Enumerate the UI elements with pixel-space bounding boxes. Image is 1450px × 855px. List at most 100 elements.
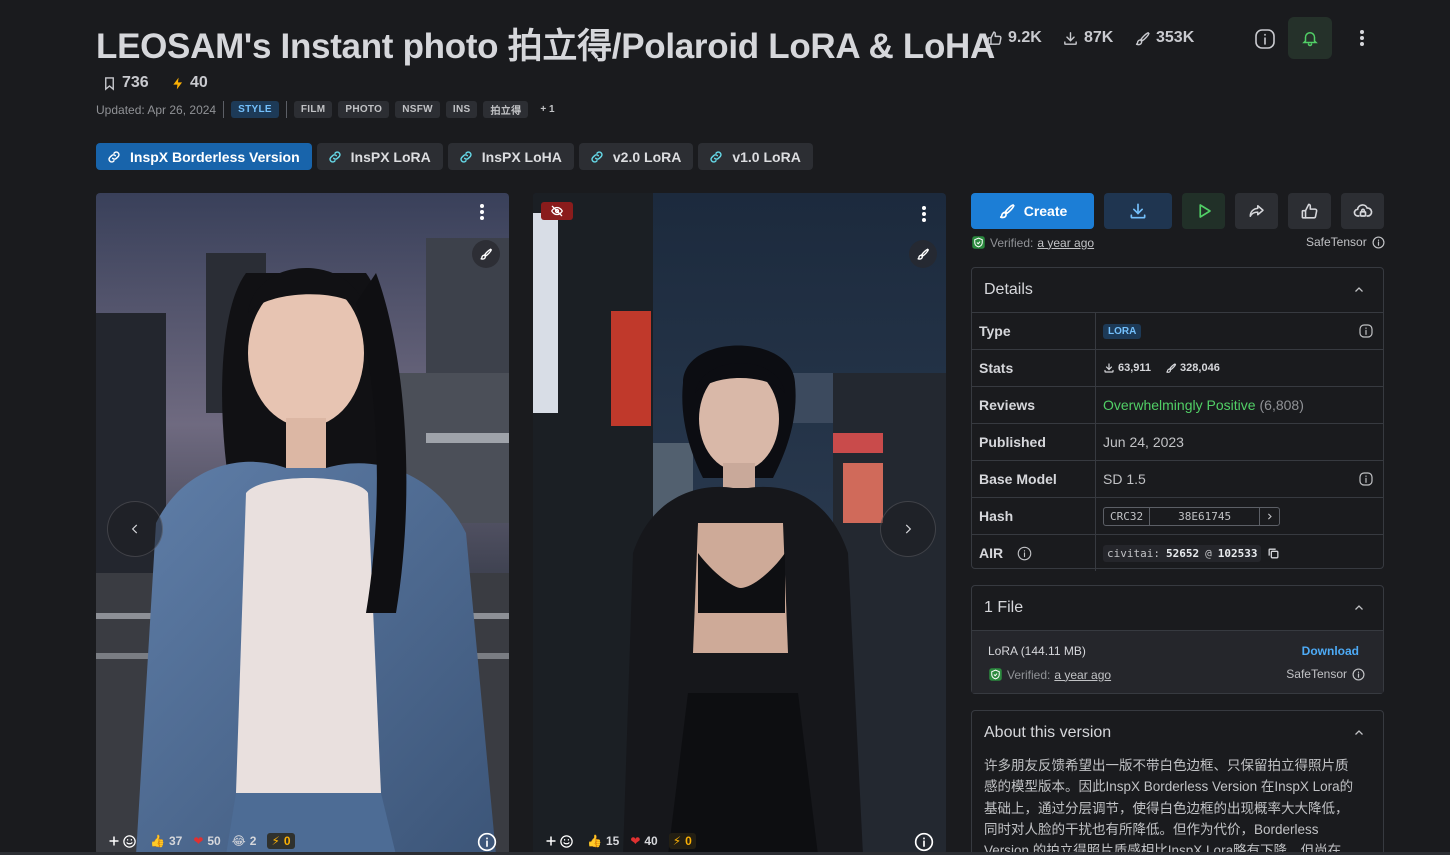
about-header[interactable]: About this version (972, 711, 1383, 755)
image-menu-button[interactable] (921, 204, 927, 224)
add-reaction-button[interactable] (108, 834, 137, 849)
laugh-emoji-icon: 😂 (231, 834, 246, 848)
file-name: LoRA (144.11 MB) (988, 644, 1086, 658)
reaction-buzz[interactable]: ⚡ 0 (267, 833, 295, 849)
brush-icon (1134, 30, 1151, 47)
reaction-heart[interactable]: ❤ 40 (630, 834, 657, 848)
hash-box[interactable]: CRC32 38E61745 (1103, 506, 1281, 526)
bolt-icon (171, 75, 185, 92)
reviews-rating[interactable]: Overwhelmingly Positive (1103, 397, 1256, 413)
more-menu-button[interactable] (1345, 17, 1379, 59)
reaction-heart[interactable]: ❤ 50 (193, 834, 220, 848)
details-header[interactable]: Details (972, 268, 1383, 312)
file-verified-time[interactable]: a year ago (1054, 668, 1111, 682)
info-icon[interactable] (1358, 471, 1374, 487)
brush-icon (998, 202, 1016, 220)
more-tags-button[interactable]: + 1 (534, 104, 560, 115)
detail-row-stats: Stats 63,911 328,046 (972, 349, 1383, 386)
stats-label: Stats (972, 350, 1096, 386)
info-icon (914, 832, 934, 852)
file-download-link[interactable]: Download (1302, 644, 1359, 658)
stats-generations: 328,046 (1165, 362, 1220, 374)
info-icon[interactable] (1017, 546, 1032, 561)
like-button[interactable] (1288, 193, 1331, 229)
detail-row-reviews: Reviews Overwhelmingly Positive (6,808) (972, 386, 1383, 423)
tag-ins[interactable]: INS (445, 101, 478, 118)
notify-button[interactable] (1288, 17, 1332, 59)
thumbs-up-icon (986, 30, 1003, 47)
image-info-button[interactable] (914, 832, 934, 852)
smile-icon (122, 834, 137, 849)
verified-time[interactable]: a year ago (1037, 236, 1094, 250)
reaction-laugh[interactable]: 😂 2 (232, 834, 257, 848)
version-tab-inspx-lora[interactable]: InsPX LoRA (316, 143, 443, 170)
version-tab-v2-lora[interactable]: v2.0 LoRA (578, 143, 694, 170)
cloud-save-button[interactable] (1341, 193, 1384, 229)
tag-polaroid[interactable]: 拍立得 (483, 101, 529, 118)
buzz-stat: 40 (171, 74, 208, 92)
download-button[interactable] (1104, 193, 1172, 229)
bolt-icon: ⚡ (672, 834, 682, 848)
type-label: Type (972, 313, 1096, 349)
run-button[interactable] (1182, 193, 1225, 229)
add-reaction-button[interactable] (545, 834, 574, 849)
gallery-image-1[interactable]: 👍 37 ❤ 50 😂 2 ⚡ 0 (96, 193, 509, 855)
gallery-image-2[interactable]: 👍 15 ❤ 40 ⚡ 0 (533, 193, 946, 855)
tag-film[interactable]: FILM (293, 101, 333, 118)
downloads-stat: 87K (1062, 29, 1113, 47)
brush-icon (1165, 362, 1177, 374)
reaction-buzz[interactable]: ⚡ 0 (668, 833, 696, 849)
remix-button[interactable] (472, 240, 500, 268)
copy-icon[interactable] (1267, 547, 1280, 560)
base-model-label: Base Model (972, 461, 1096, 497)
prev-image-button[interactable] (107, 501, 163, 557)
about-panel: About this version 许多朋友反馈希望出一版不带白色边框、只保留… (971, 710, 1384, 855)
info-button[interactable] (1250, 25, 1280, 52)
brush-icon (916, 247, 930, 261)
details-title: Details (984, 281, 1033, 298)
version-tab-label: InsPX LoRA (350, 148, 431, 165)
hash-value: 38E61745 (1178, 509, 1232, 523)
info-icon[interactable] (1358, 323, 1374, 339)
share-button[interactable] (1235, 193, 1278, 229)
generations-count: 353K (1156, 29, 1195, 46)
reaction-heart-count: 50 (207, 834, 221, 848)
thumbs-up-icon (1300, 202, 1319, 221)
info-icon (1253, 27, 1277, 51)
air-code[interactable]: civitai: 52652 @ 102533 (1103, 544, 1262, 562)
remix-button[interactable] (909, 240, 937, 268)
model-title: LEOSAM's Instant photo 拍立得/Polaroid LoRA… (96, 27, 995, 66)
version-tab-inspx-loha[interactable]: InsPX LoHA (447, 143, 574, 170)
detail-row-published: Published Jun 24, 2023 (972, 423, 1383, 460)
info-icon[interactable] (1372, 235, 1385, 249)
next-image-button[interactable] (880, 501, 936, 557)
image-info-button[interactable] (477, 832, 497, 852)
base-model-value: SD 1.5 (1103, 471, 1146, 487)
reaction-laugh-count: 2 (249, 834, 257, 848)
link-icon (589, 149, 605, 165)
air-model: 52652 (1165, 546, 1200, 560)
create-button[interactable]: Create (971, 193, 1094, 229)
reaction-like[interactable]: 👍 37 (150, 834, 182, 848)
image-menu-button[interactable] (479, 202, 485, 222)
bolt-icon: ⚡ (271, 834, 280, 848)
tag-style[interactable]: STYLE (231, 101, 279, 118)
tag-nsfw[interactable]: NSFW (395, 101, 440, 118)
hash-label: Hash (972, 498, 1096, 534)
smile-icon (559, 834, 574, 849)
version-tab-label: InsPX LoHA (481, 148, 562, 165)
shield-check-icon (971, 235, 986, 250)
files-header[interactable]: 1 File (972, 586, 1383, 630)
link-icon (327, 149, 343, 165)
tag-photo[interactable]: PHOTO (338, 101, 390, 118)
reviews-label: Reviews (972, 387, 1096, 423)
verified-label: Verified: (990, 235, 1034, 250)
info-icon[interactable] (1352, 667, 1365, 681)
chevron-up-icon (1353, 602, 1365, 614)
version-tab-v1-lora[interactable]: v1.0 LoRA (698, 143, 813, 170)
hidden-content-badge[interactable] (541, 202, 573, 220)
air-at: @ (1205, 546, 1212, 560)
reaction-like[interactable]: 👍 15 (587, 834, 619, 848)
version-tab-borderless[interactable]: InspX Borderless Version (96, 143, 312, 170)
generations-stat: 353K (1134, 29, 1194, 47)
